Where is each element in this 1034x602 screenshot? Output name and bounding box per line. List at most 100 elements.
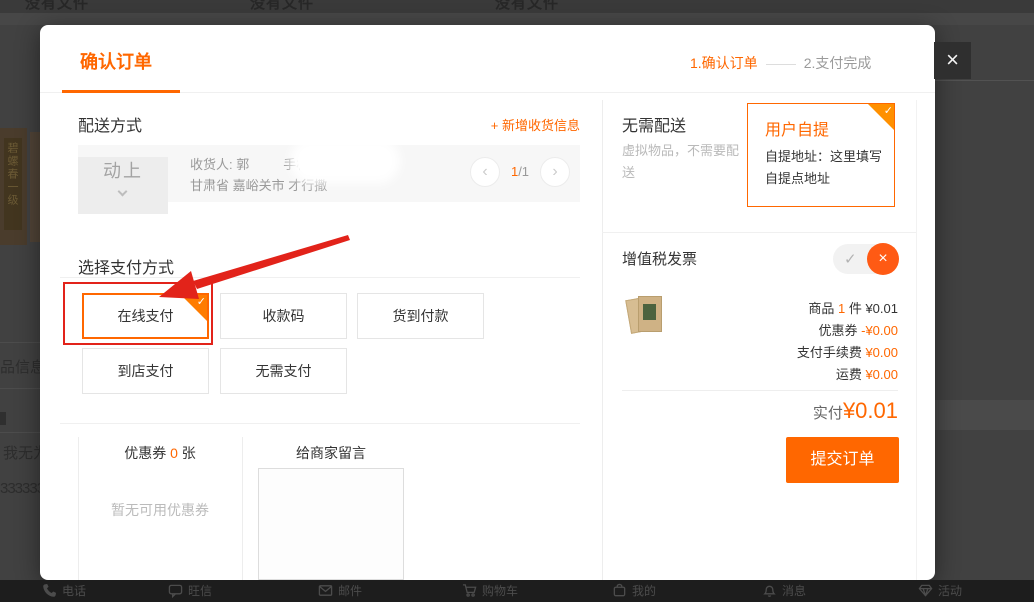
toolbar-item-phone[interactable]: 电话 bbox=[42, 582, 86, 600]
toolbar-item-wangxin[interactable]: 旺信 bbox=[168, 582, 212, 600]
coupon-prefix: 优惠券 bbox=[124, 445, 170, 461]
chevron-down-icon bbox=[118, 187, 128, 197]
coupon-value: -¥0.00 bbox=[861, 323, 898, 338]
summary-divider bbox=[622, 390, 898, 391]
pickup-address-desc: 自提地址：这里填写自提点地址 bbox=[765, 146, 885, 190]
vat-invoice-heading: 增值税发票 bbox=[622, 248, 697, 269]
check-icon: ✓ bbox=[884, 106, 893, 117]
bottom-toolbar: 电话 旺信 邮件 购物车 我的 消息 活动 bbox=[0, 580, 1034, 602]
fee-value: ¥0.00 bbox=[865, 345, 898, 360]
background-product-image: 碧螺春一级 bbox=[0, 128, 27, 245]
coupon-panel-border bbox=[242, 437, 243, 580]
background-divider bbox=[935, 80, 1034, 81]
background-divider bbox=[0, 388, 40, 389]
goods-label: 商品 bbox=[808, 301, 838, 316]
background-text-fragment: 我无为 bbox=[3, 442, 43, 463]
toolbar-item-cart[interactable]: 购物车 bbox=[462, 582, 518, 600]
payment-divider bbox=[60, 277, 580, 278]
summary-goods-line: 商品 1 件 ¥0.01 bbox=[620, 298, 898, 317]
total-label: 实付 bbox=[813, 405, 843, 422]
toolbar-label: 我的 bbox=[632, 584, 656, 598]
background-text-fragment: 33333333 bbox=[0, 480, 42, 497]
add-address-link[interactable]: + 新增收货信息 bbox=[430, 115, 580, 134]
invoice-divider bbox=[602, 232, 916, 233]
toolbar-item-mail[interactable]: 邮件 bbox=[318, 582, 362, 600]
total-line: 实付¥0.01 bbox=[620, 398, 898, 424]
summary-fee-line: 支付手续费 ¥0.00 bbox=[620, 342, 898, 361]
step-confirm-order: 1.确认订单 bbox=[690, 55, 758, 71]
next-address-button[interactable]: › bbox=[540, 157, 570, 187]
close-modal-button[interactable]: × bbox=[934, 42, 971, 79]
toolbar-item-mine[interactable]: 我的 bbox=[612, 582, 656, 600]
background-divider bbox=[0, 432, 40, 433]
background-band bbox=[935, 400, 1034, 430]
fee-label: 支付手续费 bbox=[797, 345, 866, 360]
merchant-message-heading: 给商家留言 bbox=[258, 443, 404, 463]
checkout-steps: 1.确认订单2.支付完成 bbox=[690, 53, 920, 73]
payment-option-none[interactable]: 无需支付 bbox=[220, 348, 347, 394]
product-image-text: 碧螺春一级 bbox=[6, 142, 20, 207]
annotation-highlight-rect bbox=[63, 282, 213, 345]
chat-icon bbox=[168, 583, 183, 598]
background-strip bbox=[0, 13, 1034, 25]
merchant-message-input[interactable] bbox=[258, 468, 404, 580]
no-delivery-option[interactable]: 无需配送 bbox=[622, 112, 686, 136]
coupon-title: 优惠券 0 张 bbox=[78, 443, 242, 463]
page-total: /1 bbox=[518, 164, 529, 179]
selected-badge: ✓ bbox=[868, 104, 894, 130]
toolbar-label: 消息 bbox=[782, 584, 806, 598]
toolbar-label: 邮件 bbox=[338, 584, 362, 598]
check-icon[interactable]: ✓ bbox=[844, 250, 857, 268]
shipping-label: 运费 bbox=[836, 367, 866, 382]
shipping-method-selector[interactable]: 动上 bbox=[78, 157, 168, 214]
submit-order-button[interactable]: 提交订单 bbox=[786, 437, 899, 483]
bag-icon bbox=[612, 583, 627, 598]
payment-option-instore[interactable]: 到店支付 bbox=[82, 348, 209, 394]
active-tab-underline bbox=[62, 90, 180, 93]
bell-icon bbox=[762, 583, 777, 598]
shipping-value: ¥0.00 bbox=[865, 367, 898, 382]
coupon-count: 0 bbox=[170, 445, 178, 461]
toolbar-label: 活动 bbox=[938, 584, 962, 598]
phone-icon bbox=[42, 583, 57, 598]
checkout-overlay-page: 没有文件 没有文件 没有文件 碧螺春一级 品信息 我无为 33333333 确认… bbox=[0, 0, 1034, 602]
bg-top-text: 没有文件 bbox=[495, 0, 559, 13]
background-divider bbox=[0, 342, 40, 343]
close-icon[interactable]: × bbox=[867, 243, 899, 275]
toolbar-item-activity[interactable]: 活动 bbox=[918, 582, 962, 600]
bg-top-text: 没有文件 bbox=[25, 0, 89, 13]
background-text-fragment bbox=[0, 412, 6, 425]
pickup-title: 用户自提 bbox=[765, 116, 829, 140]
modal-title: 确认订单 bbox=[80, 48, 152, 74]
invoice-toggle[interactable]: ✓ × bbox=[833, 244, 898, 274]
toolbar-item-messages[interactable]: 消息 bbox=[762, 582, 806, 600]
toolbar-label: 购物车 bbox=[482, 584, 518, 598]
step-separator bbox=[766, 64, 796, 65]
goods-price: ¥0.01 bbox=[865, 301, 898, 316]
background-top-strip: 没有文件 没有文件 没有文件 bbox=[0, 0, 1034, 13]
cart-icon bbox=[462, 583, 477, 598]
section-divider bbox=[60, 423, 580, 424]
total-value: ¥0.01 bbox=[843, 398, 898, 423]
address-page-indicator: 1/1 bbox=[498, 164, 542, 179]
background-text-fragment: 品信息 bbox=[0, 356, 40, 377]
coupon-label: 优惠券 bbox=[819, 323, 862, 338]
payment-option-qrcode[interactable]: 收款码 bbox=[220, 293, 347, 339]
summary-coupon-line: 优惠券 -¥0.00 bbox=[620, 320, 898, 339]
summary-shipping-line: 运费 ¥0.00 bbox=[620, 364, 898, 383]
bg-top-text: 没有文件 bbox=[250, 0, 314, 13]
shipping-method-label: 动上 bbox=[78, 157, 168, 183]
payment-option-cod[interactable]: 货到付款 bbox=[357, 293, 484, 339]
coupon-empty-text: 暂无可用优惠券 bbox=[78, 500, 242, 520]
no-delivery-desc: 虚拟物品，不需要配送 bbox=[622, 140, 746, 184]
toolbar-label: 旺信 bbox=[188, 584, 212, 598]
background-product-image-edge bbox=[30, 132, 40, 242]
gem-icon bbox=[918, 583, 933, 598]
delivery-heading: 配送方式 bbox=[78, 112, 142, 136]
user-pickup-option[interactable]: ✓ 用户自提 自提地址：这里填写自提点地址 bbox=[747, 103, 895, 207]
prev-address-button[interactable]: ‹ bbox=[470, 157, 500, 187]
mail-icon bbox=[318, 583, 333, 598]
toolbar-label: 电话 bbox=[62, 584, 86, 598]
goods-unit: 件 bbox=[845, 301, 865, 316]
phone-number-blur bbox=[298, 146, 392, 176]
